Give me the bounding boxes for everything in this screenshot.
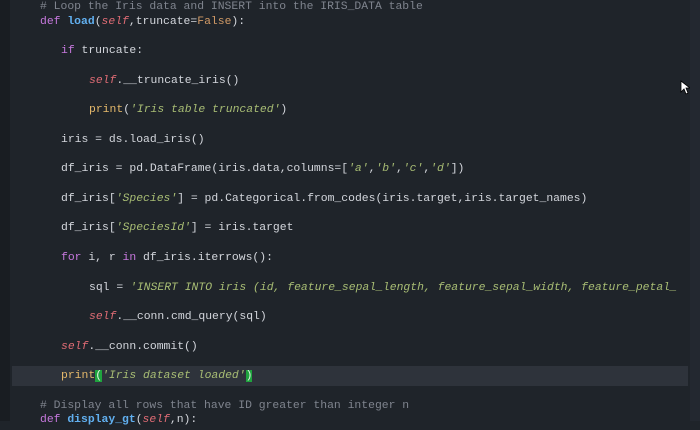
code-text: df_iris[ <box>61 222 116 234</box>
code-line[interactable]: iris = ds.load_iris() <box>12 130 688 150</box>
matched-bracket: ) <box>245 370 253 382</box>
code-line[interactable]: df_iris['Species'] = pd.Categorical.from… <box>12 189 688 209</box>
code-text: ( <box>135 414 143 426</box>
code-line[interactable]: self.__truncate_iris() <box>12 71 688 91</box>
builtin-print: print <box>61 370 96 382</box>
builtin-print: print <box>89 104 124 116</box>
code-text: df_iris.iterrows(): <box>143 252 273 264</box>
code-line[interactable]: df_iris['SpeciesId'] = iris.target <box>12 218 688 238</box>
keyword: def <box>40 16 68 28</box>
code-text: __truncate_iris() <box>123 75 240 87</box>
string-literal: 'd' <box>430 163 451 175</box>
code-line[interactable]: df_iris = pd.DataFrame(iris.data,columns… <box>12 159 688 179</box>
self-keyword: self <box>89 311 117 323</box>
matched-bracket: ( <box>95 370 103 382</box>
code-text: i, r <box>88 252 123 264</box>
code-text: __conn.commit() <box>95 341 198 353</box>
code-line[interactable]: if truncate: <box>12 41 688 61</box>
code-line[interactable]: for i, r in df_iris.iterrows(): <box>12 248 688 268</box>
string-literal: 'c' <box>402 163 424 175</box>
code-text: ): <box>231 16 246 28</box>
code-text: sql = <box>89 282 131 294</box>
self-keyword: self <box>89 75 117 87</box>
code-text: ) <box>280 104 288 116</box>
code-text: ,truncate= <box>128 16 198 28</box>
code-text: ,n): <box>169 414 198 426</box>
code-editor[interactable]: # Loop the Iris data and INSERT into the… <box>0 0 690 426</box>
code-line-active[interactable]: print('Iris dataset loaded') <box>12 366 688 386</box>
code-text: df_iris = pd.DataFrame(iris.data,columns… <box>61 163 349 175</box>
code-line[interactable]: sql = 'INSERT INTO iris (id, feature_sep… <box>12 278 688 298</box>
code-line[interactable]: self.__conn.commit() <box>12 337 688 357</box>
code-line[interactable]: print('Iris table truncated') <box>12 100 688 120</box>
code-text: ]) <box>450 163 465 175</box>
boolean-literal: False <box>197 16 232 28</box>
string-literal: 'Iris table truncated' <box>130 104 281 116</box>
code-text: ] = pd.Categorical.from_codes(iris.targe… <box>177 193 588 205</box>
code-text: , <box>395 163 403 175</box>
function-name: load <box>67 16 95 28</box>
code-text: ( <box>123 104 131 116</box>
keyword: def <box>40 414 68 426</box>
string-literal: 'Species' <box>115 193 178 205</box>
string-literal: 'INSERT INTO iris (id, feature_sepal_len… <box>130 282 677 294</box>
string-literal: 'Iris dataset loaded' <box>102 370 246 382</box>
code-text: iris = ds.load_iris() <box>61 134 205 146</box>
function-name: display_gt <box>67 414 136 426</box>
keyword: if <box>61 45 82 57</box>
code-text: df_iris[ <box>61 193 116 205</box>
self-keyword: self <box>142 414 170 426</box>
code-text: truncate: <box>81 45 144 57</box>
self-keyword: self <box>61 341 89 353</box>
self-keyword: self <box>101 16 129 28</box>
keyword: in <box>122 252 144 264</box>
mouse-cursor-icon <box>680 80 690 95</box>
string-literal: 'SpeciesId' <box>115 222 191 234</box>
code-text: ( <box>94 16 102 28</box>
string-literal: 'a' <box>348 163 369 175</box>
code-line[interactable]: self.__conn.cmd_query(sql) <box>12 307 688 327</box>
editor-scrollbar-track[interactable] <box>690 0 700 421</box>
string-literal: 'b' <box>375 163 396 175</box>
keyword: for <box>61 252 89 264</box>
code-text: ] = iris.target <box>190 222 294 234</box>
code-line[interactable]: def load(self,truncate=False): <box>12 12 688 32</box>
code-text: __conn.cmd_query(sql) <box>123 311 267 323</box>
code-line[interactable]: def display_gt(self,n): <box>12 410 688 430</box>
